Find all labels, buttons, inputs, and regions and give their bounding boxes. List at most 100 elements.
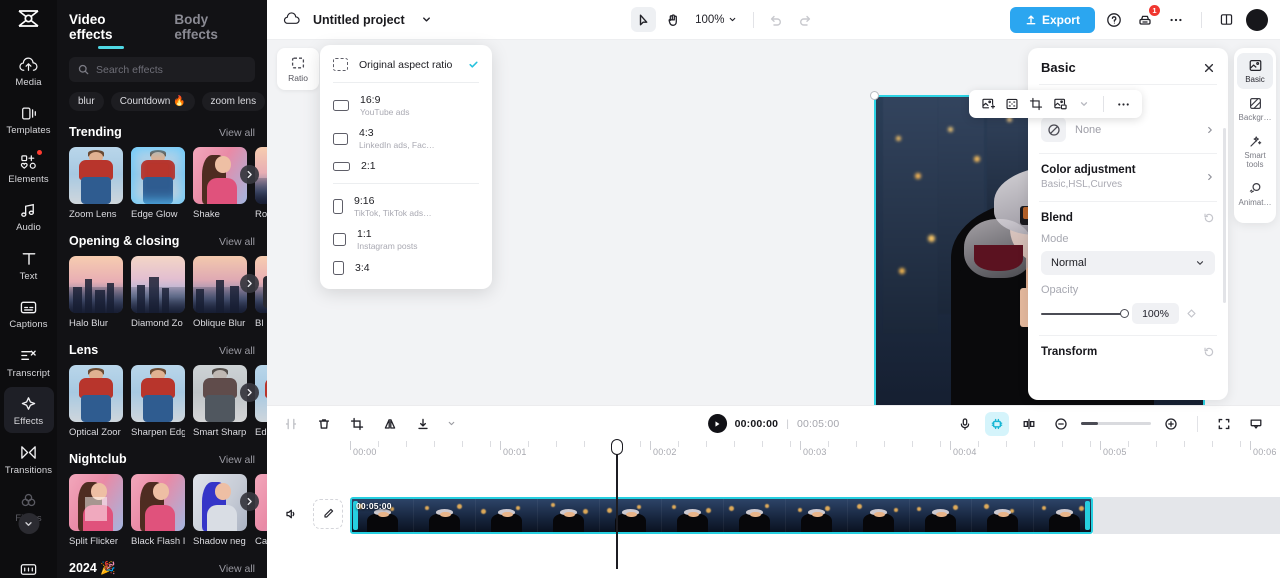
playhead-handle[interactable] — [611, 439, 623, 455]
effect-card[interactable]: Black Flash I — [131, 474, 185, 547]
microphone-icon[interactable] — [953, 412, 977, 436]
effect-card[interactable]: Optical Zoor — [69, 365, 123, 438]
zoom-in-icon[interactable] — [1159, 412, 1183, 436]
effect-card[interactable]: Oblique Blur — [193, 256, 247, 329]
delete-icon[interactable] — [312, 412, 336, 436]
ratio-option-3-4[interactable]: 3:4 — [320, 256, 492, 280]
ratio-option-1-1[interactable]: 1:1 Instagram posts — [320, 223, 492, 256]
mirror-icon[interactable] — [378, 412, 402, 436]
chip-countdown[interactable]: Countdown 🔥 — [110, 92, 195, 111]
zoom-slider[interactable] — [1081, 422, 1151, 425]
ratio-option-original[interactable]: Original aspect ratio — [320, 53, 492, 76]
video-clip[interactable]: 00:05:00 — [350, 497, 1093, 534]
empty-track-area[interactable] — [1093, 497, 1280, 534]
view-all-link[interactable]: View all — [219, 127, 255, 139]
sidebar-item-elements[interactable]: Elements — [4, 145, 54, 190]
avatar[interactable] — [1245, 8, 1268, 31]
ratio-option-9-16[interactable]: 9:16 TikTok, TikTok ads… — [320, 190, 492, 223]
sidebar-item-keyboard[interactable] — [4, 552, 54, 578]
undo-icon[interactable] — [764, 7, 789, 32]
view-all-link[interactable]: View all — [219, 563, 255, 575]
reset-icon[interactable] — [1203, 212, 1215, 224]
crop-icon[interactable] — [345, 412, 369, 436]
redo-icon[interactable] — [793, 7, 818, 32]
close-icon[interactable] — [1203, 62, 1215, 74]
blend-mode-select[interactable]: Normal — [1041, 251, 1215, 275]
sidebar-item-filters[interactable]: Filters — [4, 484, 54, 535]
zoom-level-selector[interactable]: 100% — [695, 14, 736, 26]
chip-zoom-lens[interactable]: zoom lens — [201, 92, 266, 111]
scroll-right-icon[interactable] — [240, 383, 259, 402]
play-icon[interactable] — [707, 414, 727, 433]
cursor-icon[interactable] — [631, 7, 657, 32]
timeline-ruler[interactable]: 00:00 00:01 00:02 00:03 00:04 00:05 00:0… — [267, 441, 1280, 465]
expand-more-chevron-icon[interactable] — [18, 513, 39, 535]
clip-trim-handle-right[interactable] — [1085, 501, 1090, 530]
split-clip-icon[interactable] — [1017, 412, 1041, 436]
export-button[interactable]: Export — [1009, 6, 1095, 33]
edit-pencil-icon[interactable] — [313, 498, 343, 529]
view-all-link[interactable]: View all — [219, 236, 255, 248]
effect-card[interactable]: Diamond Zo — [131, 256, 185, 329]
opacity-slider[interactable] — [1041, 308, 1129, 318]
scroll-right-icon[interactable] — [240, 492, 259, 511]
volume-icon[interactable] — [279, 502, 303, 526]
cloud-icon[interactable] — [279, 8, 303, 32]
ratio-option-16-9[interactable]: 16:9 YouTube ads — [320, 89, 492, 122]
zoom-out-icon[interactable] — [1049, 412, 1073, 436]
chip-blur[interactable]: blur — [69, 92, 104, 111]
keyframe-diamond-icon[interactable] — [1186, 308, 1197, 319]
tab-animation[interactable]: Animat… — [1236, 176, 1274, 212]
effect-card[interactable]: Sharpen Edg — [131, 365, 185, 438]
more-horizontal-icon[interactable] — [1164, 8, 1188, 32]
panel-resize-handle[interactable] — [263, 276, 267, 308]
more-options-icon[interactable] — [1113, 94, 1134, 115]
chevron-down-icon[interactable] — [439, 412, 463, 436]
preview-mode-icon[interactable] — [1244, 412, 1268, 436]
fit-screen-icon[interactable] — [1212, 412, 1236, 436]
chevron-down-icon[interactable] — [1073, 94, 1094, 115]
capcut-logo-icon[interactable] — [12, 8, 46, 32]
ratio-option-4-3[interactable]: 4:3 LinkedIn ads, Fac… — [320, 122, 492, 155]
sidebar-item-templates[interactable]: Templates — [4, 96, 54, 141]
sidebar-item-media[interactable]: Media — [4, 48, 54, 93]
effect-card[interactable]: Ca — [255, 474, 267, 547]
opacity-slider-thumb[interactable] — [1120, 308, 1129, 318]
reset-icon[interactable] — [1203, 346, 1215, 358]
effect-card[interactable]: Smart Sharp — [193, 365, 247, 438]
tab-basic[interactable]: Basic — [1237, 53, 1273, 89]
tab-video-effects[interactable]: Video effects — [69, 12, 152, 49]
effect-card[interactable]: Split Flicker — [69, 474, 123, 547]
auto-caption-icon[interactable] — [985, 411, 1009, 436]
tab-body-effects[interactable]: Body effects — [174, 12, 255, 49]
view-all-link[interactable]: View all — [219, 454, 255, 466]
panel-scrollbar[interactable] — [1223, 128, 1226, 303]
help-circle-icon[interactable] — [1102, 8, 1126, 32]
view-all-link[interactable]: View all — [219, 345, 255, 357]
opacity-value-field[interactable]: 100% — [1132, 303, 1179, 324]
add-image-icon[interactable] — [977, 94, 998, 115]
sidebar-item-text[interactable]: Text — [4, 242, 54, 287]
effect-card[interactable]: Zoom Lens — [69, 147, 123, 220]
playhead[interactable] — [611, 439, 623, 569]
project-name[interactable]: Untitled project — [313, 13, 405, 27]
scroll-right-icon[interactable] — [240, 274, 259, 293]
effect-card[interactable]: Ed — [255, 365, 267, 438]
search-input[interactable] — [96, 63, 246, 76]
effect-card[interactable]: Shake — [193, 147, 247, 220]
replace-media-icon[interactable] — [1049, 94, 1070, 115]
effect-card[interactable]: Edge Glow — [131, 147, 185, 220]
color-adjustment-section[interactable]: Color adjustment Basic,HSL,Curves — [1028, 154, 1228, 190]
chevron-down-icon[interactable] — [415, 8, 439, 32]
sidebar-item-captions[interactable]: Captions — [4, 290, 54, 335]
effect-card[interactable]: Shadow neg — [193, 474, 247, 547]
search-effects-box[interactable] — [69, 57, 255, 82]
sidebar-item-transitions[interactable]: Transitions — [4, 436, 54, 481]
hand-icon[interactable] — [660, 7, 685, 32]
resize-handle-top-left[interactable] — [870, 91, 879, 100]
effect-card[interactable]: Halo Blur — [69, 256, 123, 329]
tab-smart-tools[interactable]: Smart tools — [1236, 129, 1274, 174]
auto-fit-icon[interactable] — [1001, 94, 1022, 115]
sidebar-item-transcript[interactable]: Transcript — [4, 339, 54, 384]
tab-background[interactable]: Backgr… — [1237, 91, 1273, 127]
